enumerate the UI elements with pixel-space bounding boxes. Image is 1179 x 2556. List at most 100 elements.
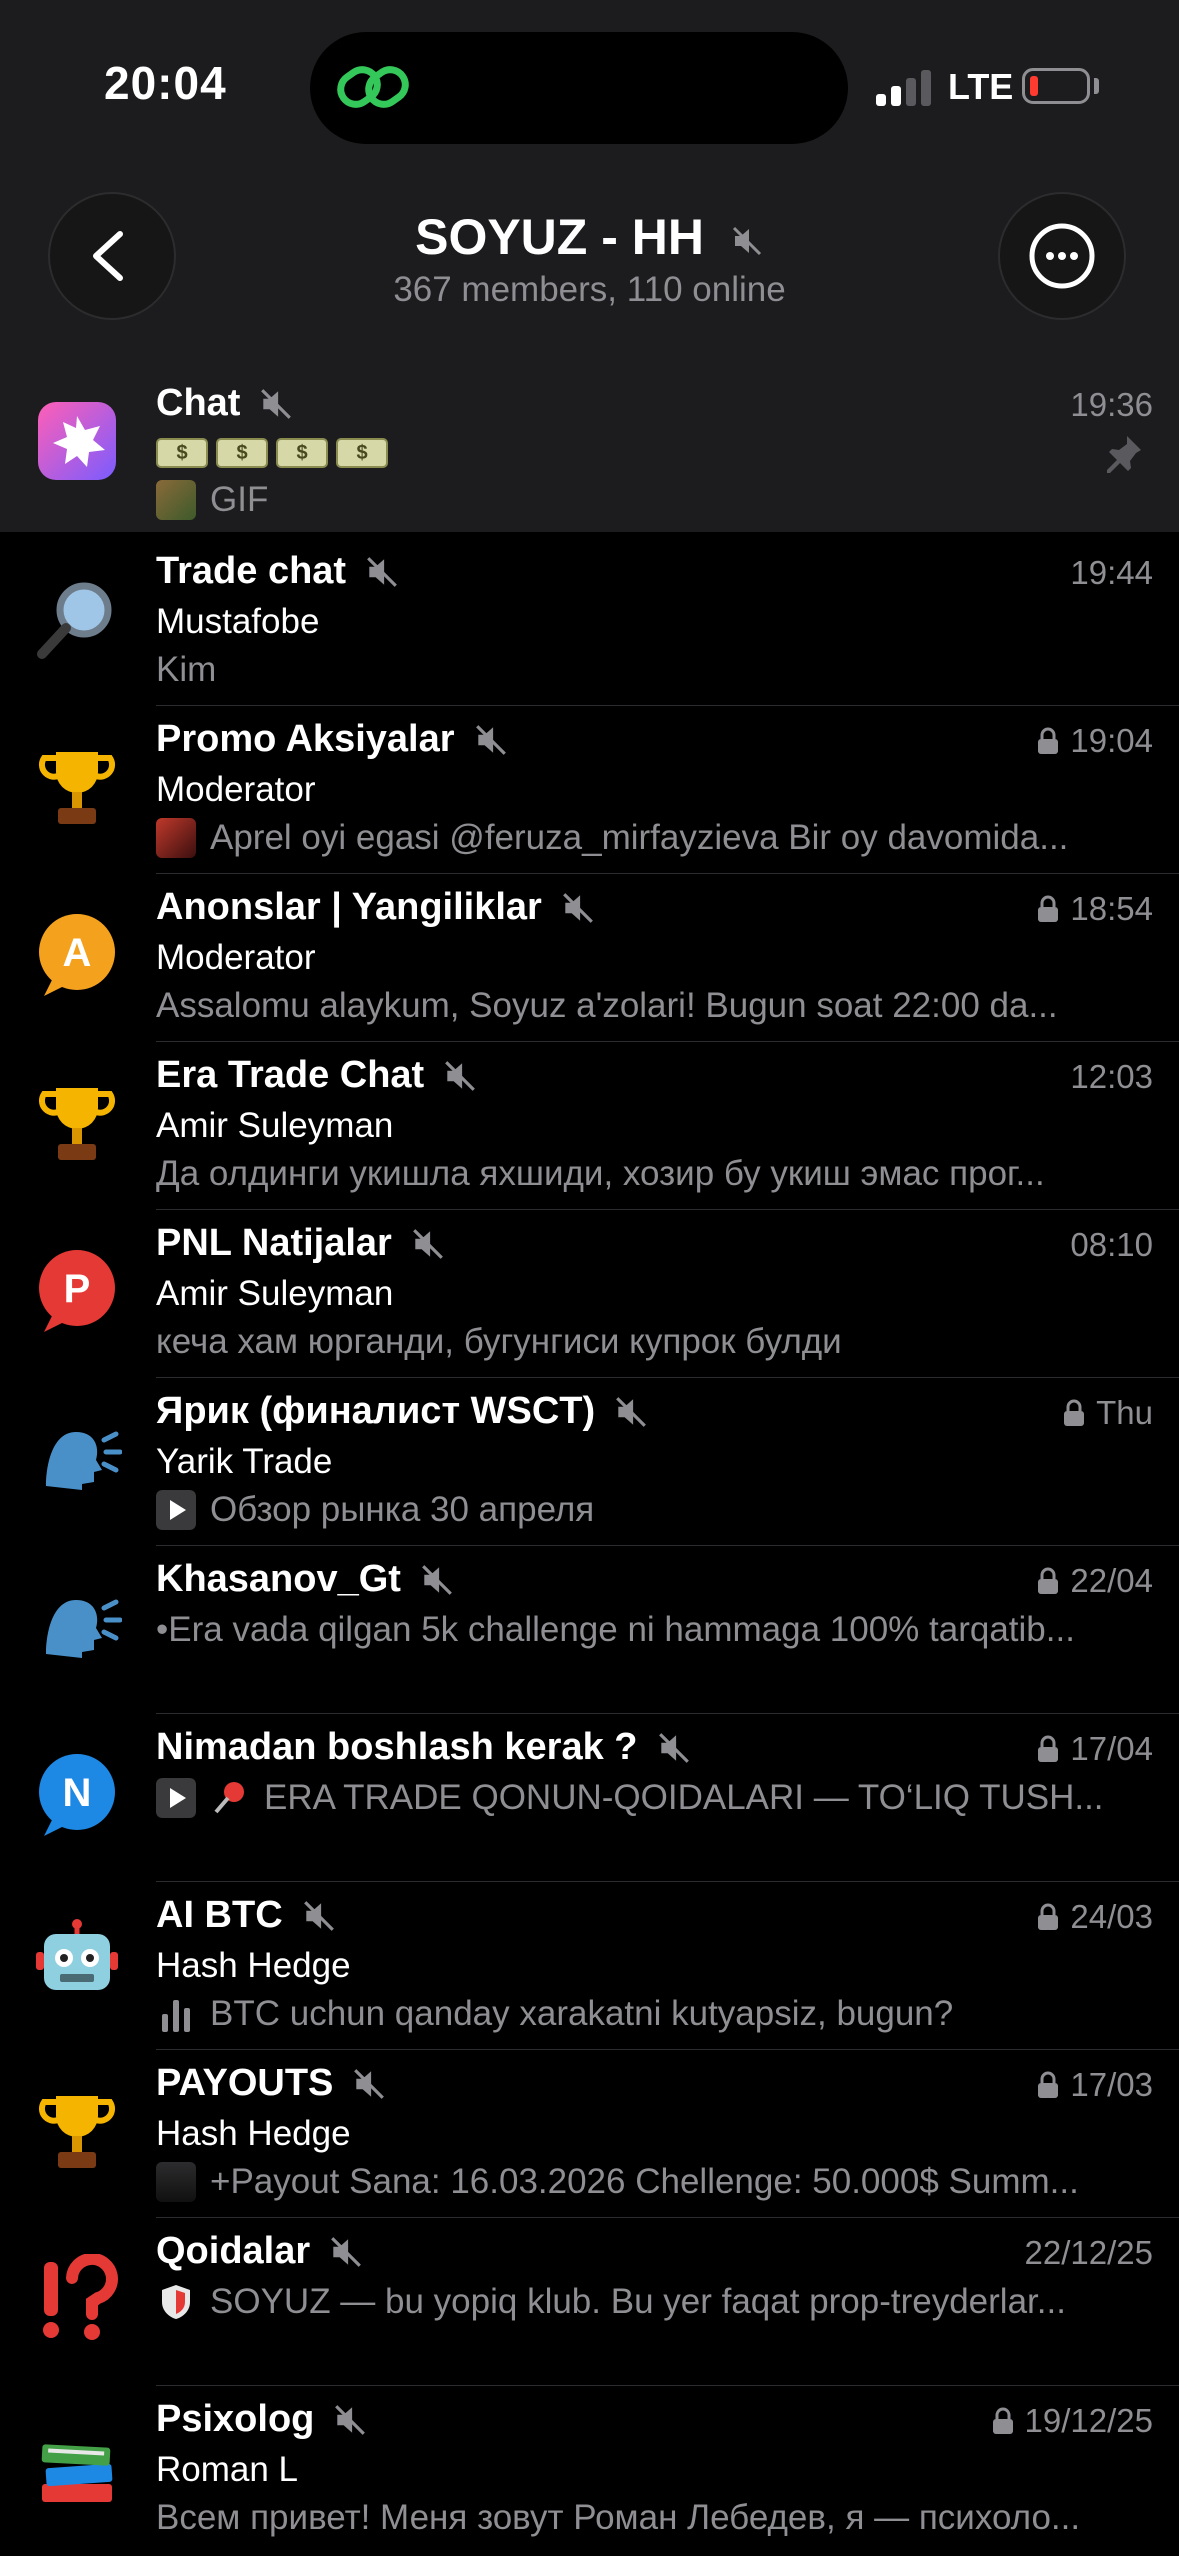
- list-item[interactable]: Khasanov_Gt 22/04 •Era vada qilgan 5k ch…: [0, 1546, 1179, 1714]
- status-bar: 20:04 LTE: [0, 0, 1179, 170]
- poll-icon: [162, 2000, 190, 2032]
- list-item[interactable]: N Nimadan boshlash kerak ? 17/04 ERA TRA…: [0, 1714, 1179, 1882]
- muted-icon: [475, 724, 506, 755]
- battery-cap: [1094, 78, 1099, 94]
- chat-preview: Всем привет! Меня зовут Роман Лебедев, я…: [156, 2498, 1081, 2537]
- chat-name: Trade chat: [156, 550, 347, 592]
- muted-icon: [732, 226, 761, 255]
- chat-sender: Hash Hedge: [156, 2114, 351, 2153]
- chat-header: SOYUZ - HH 367 members, 110 online: [0, 170, 1179, 370]
- gif-thumbnail: [156, 480, 196, 520]
- chat-sender: Hash Hedge: [156, 1946, 351, 1985]
- pin-icon: [1107, 436, 1141, 473]
- list-item[interactable]: AI BTC 24/03 Hash Hedge BTC uchun qanday…: [0, 1882, 1179, 2050]
- books-icon: [41, 2444, 113, 2502]
- svg-text:A: A: [63, 931, 92, 975]
- lock-icon: [1038, 1567, 1059, 1594]
- lock-icon: [1038, 1735, 1059, 1762]
- chat-sender: Yarik Trade: [156, 1442, 333, 1481]
- robot-icon: [36, 1919, 118, 1990]
- lock-icon: [1038, 1903, 1059, 1930]
- chat-time: Thu: [1062, 1394, 1153, 1432]
- group-title-text: SOYUZ - HH: [415, 209, 704, 265]
- muted-icon: [445, 1060, 476, 1091]
- list-item[interactable]: PAYOUTS 17/03 Hash Hedge +Payout Sana: 1…: [0, 2050, 1179, 2218]
- chat-name: Chat: [156, 382, 294, 425]
- muted-icon: [303, 1900, 334, 1931]
- list-item[interactable]: Trade chat 19:44 Mustafobe Kim: [0, 538, 1179, 706]
- image-thumbnail: [156, 818, 196, 858]
- chat-time: 08:10: [1070, 1226, 1153, 1263]
- bubble-p-icon: P: [39, 1250, 115, 1332]
- chat-time: 19:36: [1070, 386, 1153, 423]
- chat-time: 22/04: [1036, 1562, 1153, 1600]
- link-rings-icon: [337, 66, 409, 108]
- muted-icon: [331, 2236, 362, 2267]
- list-item[interactable]: Qoidalar 22/12/25 SOYUZ — bu yopiq klub.…: [0, 2218, 1179, 2386]
- muted-icon: [562, 892, 593, 923]
- banknote-icon: $: [276, 438, 328, 468]
- chat-time: 18:54: [1036, 890, 1153, 928]
- network-type: LTE: [948, 66, 1014, 107]
- ellipsis-circle-icon: [1029, 223, 1095, 289]
- muted-icon: [412, 1228, 443, 1259]
- list-item[interactable]: A Anonslar | Yangiliklar 18:54 Moderator…: [0, 874, 1179, 1042]
- more-button[interactable]: [998, 192, 1126, 320]
- svg-text:N: N: [63, 1771, 92, 1815]
- chat-sender: Moderator: [156, 938, 316, 977]
- chat-preview: Aprel oyi egasi @feruza_mirfayzieva Bir …: [156, 818, 1136, 858]
- chat-name: PNL Natijalar: [156, 1222, 392, 1264]
- status-time: 20:04: [104, 57, 227, 109]
- pushpin-icon: [214, 1782, 244, 1814]
- video-thumbnail-icon: [156, 1490, 196, 1530]
- svg-text:P: P: [64, 1267, 91, 1311]
- list-item[interactable]: Era Trade Chat 12:03 Amir Suleyman Да ол…: [0, 1042, 1179, 1210]
- magnifier-icon: [37, 582, 112, 659]
- list-item[interactable]: Ярик (финалист WSCT) Thu Yarik Trade Обз…: [0, 1378, 1179, 1546]
- list-item[interactable]: P PNL Natijalar 08:10 Amir Suleyman кеча…: [0, 1210, 1179, 1378]
- chat-time: 24/03: [1036, 1898, 1153, 1936]
- muted-icon: [354, 2068, 385, 2099]
- chat-name: Khasanov_Gt: [156, 1558, 401, 1600]
- chat-name: Era Trade Chat: [156, 1054, 425, 1096]
- trophy-icon: [39, 2096, 115, 2168]
- list-item[interactable]: Psixolog 19/12/25 Roman L Всем привет! М…: [0, 2386, 1179, 2554]
- speaking-head-icon: [46, 1431, 122, 1490]
- chat-sender: Amir Suleyman: [156, 1106, 394, 1145]
- banknote-icon: $: [336, 438, 388, 468]
- burst-icon: [38, 402, 116, 480]
- chat-name: Nimadan boshlash kerak ?: [156, 1726, 638, 1768]
- money-emoji-row: $ $ $ $: [156, 438, 388, 468]
- chat-name: Promo Aksiyalar: [156, 718, 455, 760]
- lock-icon: [1038, 895, 1059, 922]
- chat-time: 22/12/25: [1024, 2234, 1153, 2271]
- shield-icon: [162, 2285, 190, 2319]
- chat-preview: +Payout Sana: 16.03.2026 Chellenge: 50.0…: [156, 2162, 1136, 2202]
- trophy-icon: [39, 752, 115, 824]
- chat-preview: Kim: [156, 650, 217, 689]
- chat-preview: Обзор рынка 30 апреля: [156, 1490, 1136, 1530]
- muted-icon: [335, 2404, 366, 2435]
- lock-icon: [992, 2407, 1013, 2434]
- banknote-icon: $: [156, 438, 208, 468]
- muted-icon: [658, 1732, 689, 1763]
- chat-preview: GIF: [156, 480, 1136, 520]
- chat-sender: Mustafobe: [156, 602, 320, 641]
- chat-name: Qoidalar: [156, 2230, 311, 2272]
- battery-icon: [1022, 68, 1090, 104]
- chat-time: 17/03: [1036, 2066, 1153, 2104]
- chat-sender: Roman L: [156, 2450, 299, 2489]
- chat-preview: SOYUZ — bu yopiq klub. Bu yer faqat prop…: [156, 2282, 1136, 2322]
- chat-preview: кеча хам юрганди, бугунгиси купрок булди: [156, 1322, 842, 1361]
- muted-icon: [422, 1564, 452, 1595]
- lock-icon: [1038, 727, 1059, 754]
- banknote-icon: $: [216, 438, 268, 468]
- list-item[interactable]: Promo Aksiyalar 19:04 Moderator Aprel oy…: [0, 706, 1179, 874]
- cellular-signal-icon: [876, 66, 936, 106]
- chat-preview: •Era vada qilgan 5k challenge ni hammaga…: [156, 1610, 1075, 1649]
- chat-preview: ERA TRADE QONUN-QOIDALARI — TO‘LIQ TUSH.…: [156, 1778, 1136, 1818]
- chat-name: Psixolog: [156, 2398, 315, 2440]
- exclamation-question-icon: [43, 2254, 118, 2340]
- trophy-icon: [39, 1088, 115, 1160]
- list-item[interactable]: Chat 19:36 $ $ $ $ GIF: [0, 370, 1179, 532]
